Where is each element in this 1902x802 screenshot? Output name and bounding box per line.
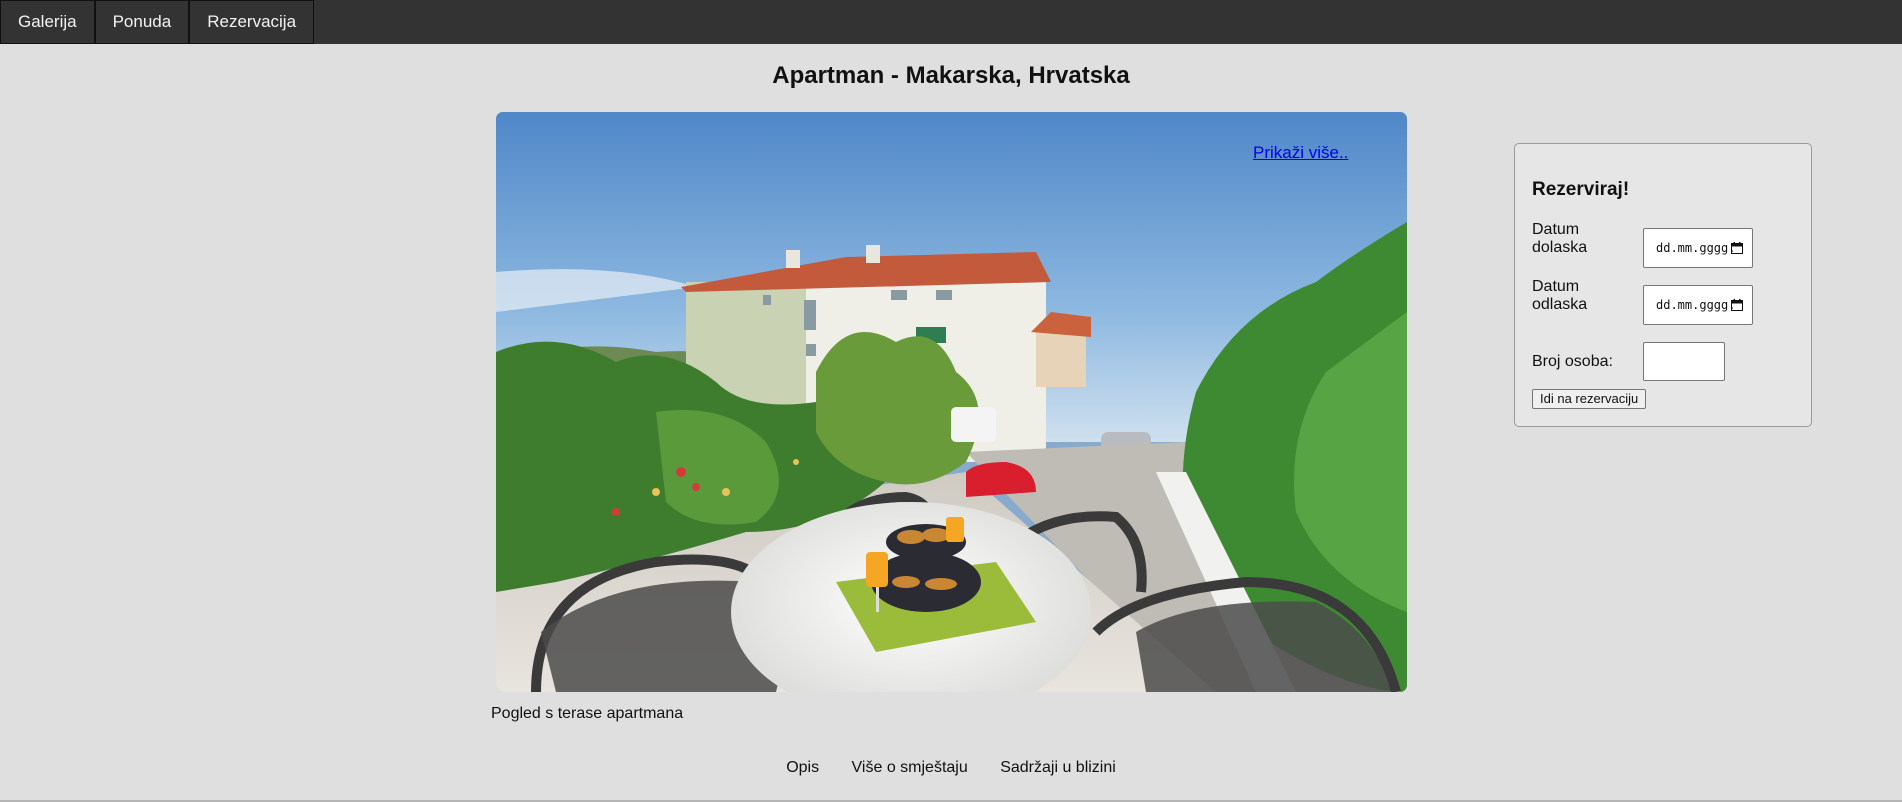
apartment-terrace-photo: [496, 112, 1407, 692]
departure-date-placeholder: dd.mm.gggg.: [1656, 298, 1736, 312]
booking-form: Rezerviraj! Datum dolaska dd.mm.gggg. Da…: [1514, 143, 1812, 427]
booking-title: Rezerviraj!: [1532, 179, 1630, 200]
page-title: Apartman - Makarska, Hrvatska: [772, 62, 1130, 89]
footer-link-opis[interactable]: Opis: [786, 759, 819, 777]
arrival-date-label: Datum dolaska: [1532, 221, 1588, 256]
footer-link-sadrzaji-u-blizini[interactable]: Sadržaji u blizini: [1000, 759, 1116, 777]
nav-item-ponuda[interactable]: Ponuda: [94, 0, 190, 44]
footer-links: Opis Više o smještaju Sadržaji u blizini: [0, 759, 1902, 777]
nav-item-rezervacija[interactable]: Rezervacija: [189, 0, 315, 44]
photo-caption: Pogled s terase apartmana: [491, 705, 684, 722]
footer-link-vise-o-smjestaju[interactable]: Više o smještaju: [852, 759, 968, 777]
departure-date-input[interactable]: dd.mm.gggg.: [1643, 285, 1753, 325]
calendar-icon[interactable]: [1731, 299, 1743, 311]
persons-input[interactable]: [1643, 342, 1725, 381]
departure-date-label: Datum odlaska: [1532, 278, 1588, 313]
top-navigation: Galerija Ponuda Rezervacija: [0, 0, 1902, 44]
persons-label: Broj osoba:: [1532, 353, 1613, 370]
go-to-reservation-button[interactable]: Idi na rezervaciju: [1532, 389, 1647, 409]
arrival-date-placeholder: dd.mm.gggg.: [1656, 241, 1736, 255]
show-more-link[interactable]: Prikaži više..: [1253, 143, 1348, 163]
calendar-icon[interactable]: [1731, 242, 1743, 254]
nav-item-galerija[interactable]: Galerija: [0, 0, 95, 44]
arrival-date-input[interactable]: dd.mm.gggg.: [1643, 228, 1753, 268]
